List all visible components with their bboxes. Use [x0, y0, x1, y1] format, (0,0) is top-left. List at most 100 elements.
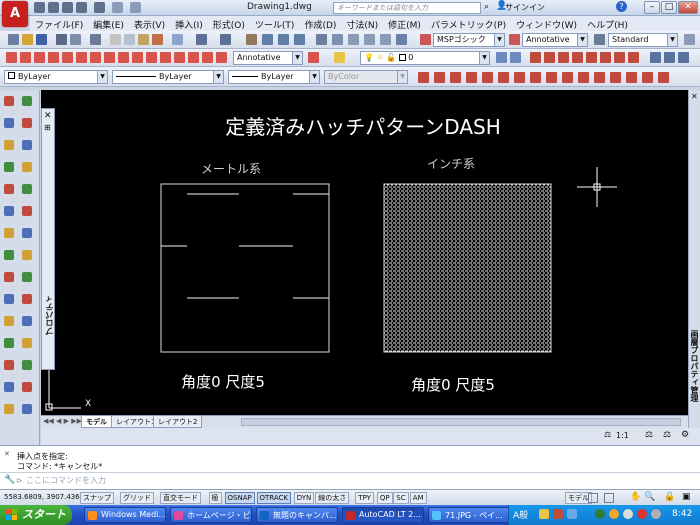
modify-text-icon[interactable] — [614, 52, 625, 63]
move-icon[interactable] — [498, 72, 509, 83]
annotation-visibility-icon[interactable]: ⚖ — [645, 430, 653, 440]
menu-item[interactable]: 修正(M) — [383, 16, 426, 31]
stretch-icon[interactable] — [546, 72, 557, 83]
annotation-scale[interactable]: 1:1 — [616, 431, 629, 440]
horizontal-scrollbar[interactable] — [241, 418, 681, 426]
status-toggle-5[interactable]: OTRACK — [256, 492, 292, 504]
tray-volume-icon[interactable] — [623, 509, 633, 519]
line-icon[interactable] — [22, 206, 32, 216]
status-toggle-8[interactable]: TPY — [355, 492, 374, 504]
quick-view-layouts-icon[interactable] — [588, 493, 598, 503]
menu-item[interactable]: 形式(O) — [208, 16, 250, 31]
erase-icon[interactable] — [418, 72, 429, 83]
help-icon[interactable]: ? — [616, 1, 627, 12]
dim-style-icon[interactable] — [308, 52, 319, 63]
design-center-icon[interactable] — [332, 34, 343, 45]
ellipse-icon[interactable] — [22, 404, 32, 414]
text-style-icon[interactable] — [420, 34, 431, 45]
point-icon[interactable] — [4, 382, 14, 392]
status-toggle-9[interactable]: QP — [376, 492, 393, 504]
menu-item[interactable]: ファイル(F) — [30, 16, 88, 31]
taskbar-item[interactable]: Windows Medi... — [84, 507, 166, 523]
tray-help-icon[interactable] — [567, 509, 577, 519]
auto-scale-icon[interactable]: ⚖ — [663, 430, 671, 440]
copy-object-icon[interactable] — [434, 72, 445, 83]
pline-icon[interactable] — [4, 140, 14, 150]
add-selected-icon[interactable] — [22, 184, 32, 194]
sheet-set-icon[interactable] — [364, 34, 375, 45]
lineweight-select[interactable]: ByLayer ▼ — [228, 70, 320, 84]
diameter-icon[interactable] — [90, 52, 101, 63]
tray-security-icon[interactable] — [609, 509, 619, 519]
start-button[interactable]: スタート — [0, 505, 72, 525]
tolerance-icon[interactable] — [160, 52, 171, 63]
status-toggle-3[interactable]: 極 — [208, 492, 222, 504]
modify-circle-icon[interactable] — [558, 52, 569, 63]
dim-style-select[interactable]: Annotative ▼ — [522, 33, 588, 47]
radius-icon[interactable] — [62, 52, 73, 63]
xline-icon[interactable] — [4, 118, 14, 128]
rect-icon[interactable] — [22, 294, 32, 304]
spline-icon[interactable] — [22, 382, 32, 392]
close-button[interactable]: ✕ — [678, 1, 698, 14]
pan-icon[interactable] — [246, 34, 257, 45]
baseline-icon[interactable] — [132, 52, 143, 63]
block-editor-icon[interactable] — [172, 34, 183, 45]
xline-icon[interactable] — [22, 228, 32, 238]
menu-item[interactable]: ヘルプ(H) — [582, 16, 633, 31]
modify-rect-icon[interactable] — [572, 52, 583, 63]
drawing-canvas[interactable]: 定義済みハッチパターンDASH メートル系 インチ系 角度0 尺度5 角度0 尺… — [41, 90, 688, 415]
menu-item[interactable]: ツール(T) — [250, 16, 300, 31]
workspace-icon[interactable]: ⚙ — [681, 430, 689, 440]
arc-length-icon[interactable] — [34, 52, 45, 63]
table-style-select[interactable]: Standard ▼ — [608, 33, 678, 47]
angular-icon[interactable] — [104, 52, 115, 63]
status-toggle-4[interactable]: OSNAP — [224, 492, 255, 504]
scale-icon[interactable] — [530, 72, 541, 83]
dim-style-control[interactable]: Annotative ▼ — [233, 51, 303, 65]
offset-icon[interactable] — [466, 72, 477, 83]
modify-poly-icon[interactable] — [586, 52, 597, 63]
inch-hatch-boundary[interactable] — [383, 183, 552, 353]
menu-item[interactable]: 作成(D) — [299, 16, 341, 31]
tab-model[interactable]: モデル — [81, 416, 112, 428]
insert-icon[interactable] — [4, 338, 14, 348]
arc-icon[interactable] — [22, 316, 32, 326]
command-window-grip-icon[interactable]: ✕ — [4, 450, 10, 458]
status-toggle-0[interactable]: スナップ — [80, 492, 114, 504]
arc-icon[interactable] — [4, 206, 14, 216]
break-icon[interactable] — [594, 72, 605, 83]
save-as-icon[interactable] — [76, 2, 87, 13]
join-icon[interactable] — [610, 72, 621, 83]
modify-arc-icon[interactable] — [544, 52, 555, 63]
save-icon[interactable] — [36, 34, 47, 45]
tool-palettes-icon[interactable] — [348, 34, 359, 45]
redo-icon[interactable] — [130, 2, 141, 13]
status-toggle-1[interactable]: グリッド — [120, 492, 154, 504]
tray-app-icon[interactable] — [553, 509, 563, 519]
inspect-icon[interactable] — [188, 52, 199, 63]
explode-icon[interactable] — [658, 72, 669, 83]
color-select[interactable]: ByLayer ▼ — [4, 70, 108, 84]
tray-network-icon[interactable] — [595, 509, 605, 519]
undo-icon[interactable] — [196, 34, 207, 45]
search-icon[interactable]: ⌕ — [484, 2, 489, 12]
center-mark-icon[interactable] — [174, 52, 185, 63]
calculator-icon[interactable] — [396, 34, 407, 45]
aligned-dim-icon[interactable] — [20, 52, 31, 63]
polygon-icon[interactable] — [22, 272, 32, 282]
hatch-icon[interactable] — [4, 404, 14, 414]
menu-item[interactable]: ウィンドウ(W) — [511, 16, 582, 31]
taskbar-item[interactable]: 無題のキャンバ... — [256, 507, 338, 523]
trim-icon[interactable] — [562, 72, 573, 83]
revcloud-icon[interactable] — [4, 250, 14, 260]
publish-icon[interactable] — [90, 34, 101, 45]
ucs-icon[interactable] — [664, 52, 675, 63]
undo-icon[interactable] — [112, 2, 123, 13]
tab-nav-icons[interactable]: ◀◀ ◀ ▶ ▶▶ — [43, 417, 82, 425]
ordinate-icon[interactable] — [48, 52, 59, 63]
gradient-icon[interactable] — [22, 96, 32, 106]
osnap-settings-icon[interactable] — [650, 52, 661, 63]
spline-icon[interactable] — [4, 272, 14, 282]
modify-line-icon[interactable] — [530, 52, 541, 63]
